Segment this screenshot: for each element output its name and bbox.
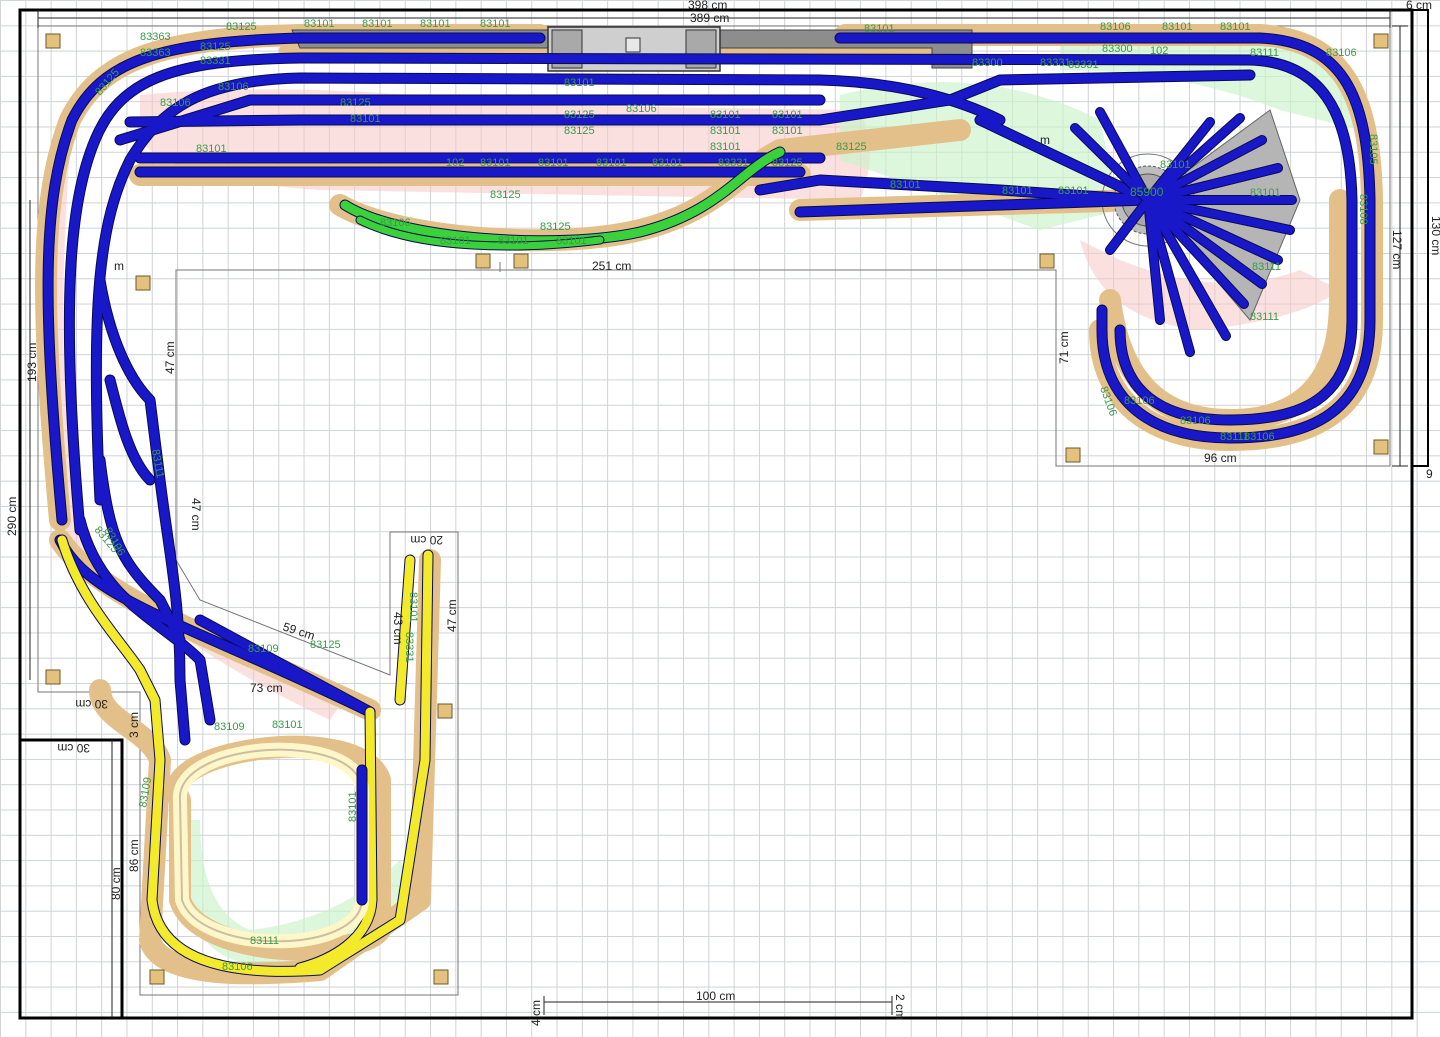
track-label: 83101 <box>407 592 419 623</box>
dim-right-height: 130 cm <box>1429 216 1440 255</box>
track-label: 83101 <box>350 113 381 125</box>
track-label: 83125 <box>540 221 571 233</box>
track-label: 83331 <box>200 55 231 67</box>
track-label: 83101 <box>480 18 511 30</box>
track-label: 83101 <box>1220 21 1251 33</box>
track-label: 83331 <box>718 157 749 169</box>
dim-scale-right: 2 cm <box>893 994 907 1020</box>
track-label: 83101 <box>710 125 741 137</box>
track-label: 83106 <box>380 217 411 229</box>
track-label: 83106 <box>626 103 657 115</box>
track-label: 83105 <box>1367 134 1379 165</box>
track-label: 83101 <box>772 109 803 121</box>
track-label: 83106 <box>1124 395 1155 407</box>
dim-left-inner: 193 cm <box>25 343 39 382</box>
dim-scale-left: 4 cm <box>529 1000 543 1026</box>
track-label: 83125 <box>200 41 231 53</box>
track-label: 83101 <box>772 125 803 137</box>
track-label: 83101 <box>362 18 393 30</box>
track-label: 83106 <box>218 81 249 93</box>
track-label: 83106 <box>1244 431 1275 443</box>
dim-right-small: 9 <box>1426 467 1433 481</box>
dim-left-wall: 80 cm <box>109 867 123 900</box>
track-label: 83101 <box>347 791 359 822</box>
track-label: 83106 <box>1180 415 1211 427</box>
track-label: 83101 <box>710 141 741 153</box>
track-label: 83101 <box>1162 21 1193 33</box>
track-label: 83109 <box>248 643 279 655</box>
track-label: 83101 <box>480 157 511 169</box>
track-label: 83106 <box>1326 47 1357 59</box>
dim-diag-short: 73 cm <box>250 681 283 695</box>
track-label: 83111 <box>1252 261 1281 273</box>
track-label: 83106 <box>160 97 191 109</box>
dim-left-height: 290 cm <box>5 497 19 536</box>
dim-right-module-height: 71 cm <box>1057 331 1071 364</box>
track-label: 83363 <box>140 47 171 59</box>
track-label: 83331 <box>1068 59 1099 71</box>
dim-top-stub: 20 cm <box>410 533 443 547</box>
track-label: 83101 <box>652 157 683 169</box>
track-label: 83111 <box>1250 47 1279 59</box>
track-label: 83331 <box>403 632 415 663</box>
dim-center-inner: 251 cm <box>592 259 631 273</box>
dim-right-offset: 6 cm <box>1406 0 1432 12</box>
dim-leg-right: 47 cm <box>445 599 459 632</box>
dim-scale-bar: 100 cm <box>696 989 735 1003</box>
track-label: 83363 <box>140 31 171 43</box>
track-label: 83111 <box>1250 311 1279 323</box>
dim-left-small: 3 cm <box>127 712 141 738</box>
track-label: 83125 <box>564 109 595 121</box>
dim-left-loop-height: 86 cm <box>127 839 141 872</box>
dim-right-inner-height: 127 cm <box>1390 230 1404 269</box>
track-label: 83125 <box>772 157 803 169</box>
track-label: 83125 <box>836 141 867 153</box>
track-label: 83101 <box>556 235 587 247</box>
track-label: 83125 <box>310 639 341 651</box>
track-label: 83108 <box>1357 194 1369 225</box>
track-label: 83125 <box>226 21 257 33</box>
track-label: 83101 <box>1058 185 1089 197</box>
track-label: 83101 <box>1002 185 1033 197</box>
track-label: 83101 <box>1160 159 1191 171</box>
track-label: 83101 <box>864 23 895 35</box>
track-plan-canvas[interactable]: 398 cm 389 cm 6 cm 130 cm 127 cm 9 290 c… <box>0 0 1440 1037</box>
turntable-label: 85900 <box>1130 185 1164 199</box>
track-label: 83101 <box>440 235 471 247</box>
dim-leg-middle: 47 cm <box>189 498 203 531</box>
track-label: 83125 <box>490 189 521 201</box>
track-label: 83101 <box>538 157 569 169</box>
track-label: 83101 <box>890 179 921 191</box>
track-label: 83101 <box>596 157 627 169</box>
track-label: 83101 <box>304 18 335 30</box>
dim-right-module-width: 96 cm <box>1204 451 1237 465</box>
track-label: 102 <box>446 157 464 169</box>
dim-room-width-inner: 389 cm <box>690 11 729 25</box>
dim-unit-m: m <box>114 259 124 273</box>
track-label: 83300 <box>972 57 1003 69</box>
track-label: 83109 <box>214 721 245 733</box>
track-label: 83101 <box>710 109 741 121</box>
track-label: 83331 <box>1040 57 1071 69</box>
track-label: 83101 <box>196 143 227 155</box>
dim-leg-right-small: 43 cm <box>391 612 405 645</box>
track-label: 83101 <box>498 235 529 247</box>
track-label: 102 <box>1150 45 1168 57</box>
track-label: 83111 <box>250 935 279 947</box>
track-label: 83106 <box>1100 21 1131 33</box>
track-label: 83101 <box>420 18 451 30</box>
dim-leg-upper: 47 cm <box>163 341 177 374</box>
dim-bottom-lower: 30 cm <box>75 697 108 711</box>
track-label: 83101 <box>272 719 303 731</box>
dim-unit-m2: m <box>1040 133 1050 147</box>
track-label: 83101 <box>564 77 595 89</box>
track-label: 83106 <box>222 961 253 973</box>
dim-bottom-corner: 30 cm <box>57 741 90 755</box>
track-label: 83101 <box>1250 187 1281 199</box>
track-label: 83300 <box>1102 43 1133 55</box>
track-label: 83125 <box>564 125 595 137</box>
track-label: 83125 <box>340 97 371 109</box>
